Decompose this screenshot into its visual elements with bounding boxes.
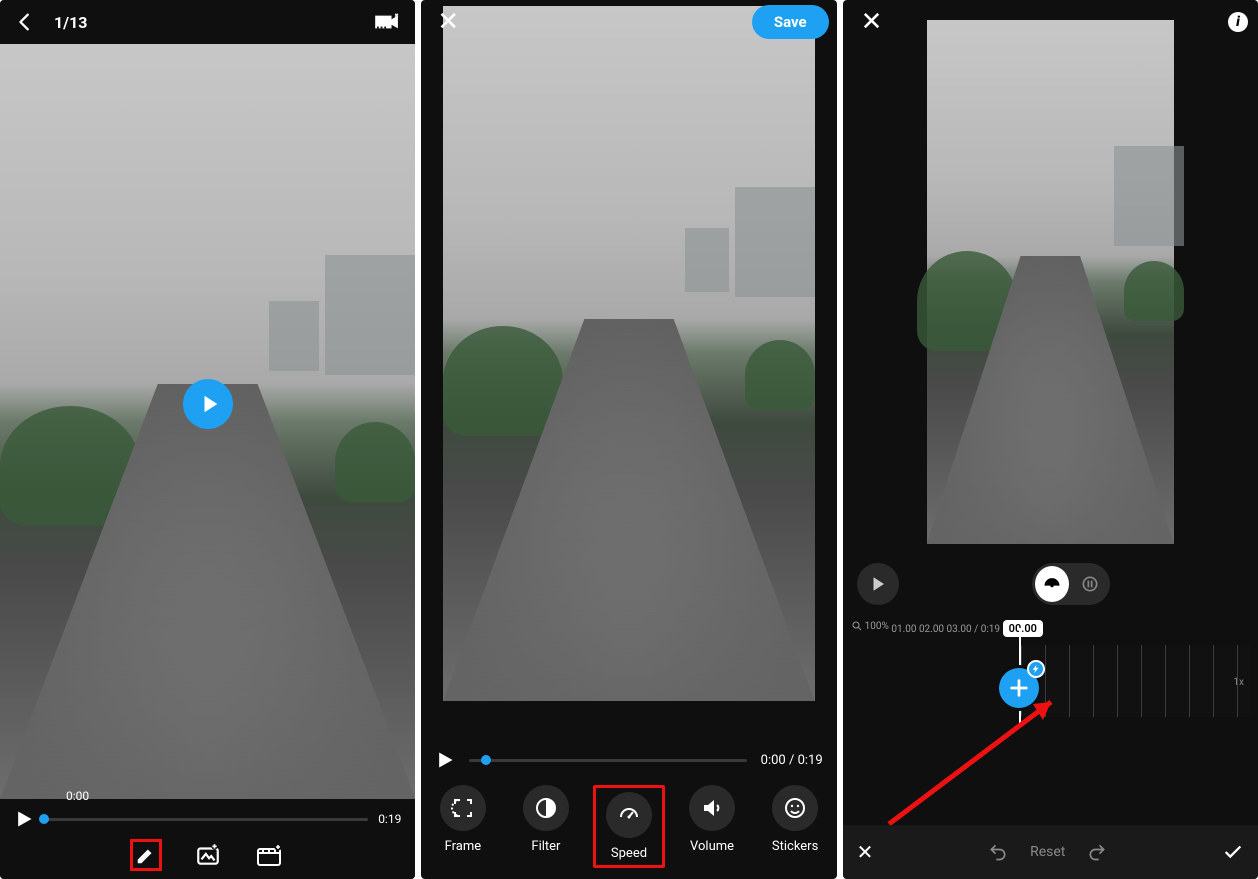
speed-editor-screen: ✕ i 100% 01.00 02.00 03.00 [843, 0, 1258, 879]
edit-top-bar: ✕ Save [421, 0, 836, 44]
undo-icon[interactable] [988, 842, 1008, 862]
speed-timeline: 100% 01.00 02.00 03.00 / 0:19 1x [843, 620, 1258, 717]
total-duration: / 0:19 [974, 624, 1000, 635]
back-arrow-icon[interactable] [14, 11, 36, 33]
tick-label: 02.00 [919, 624, 944, 635]
current-time-label: 0:00 [66, 789, 89, 803]
play-button[interactable] [857, 563, 899, 605]
tick-label: 03.00 [947, 624, 972, 635]
media-counter: 1/13 [54, 13, 87, 32]
play-icon[interactable] [435, 750, 455, 770]
freeze-frame-icon[interactable] [1073, 566, 1107, 602]
zoom-level[interactable]: 100% [851, 620, 889, 632]
edit-pencil-button[interactable] [130, 839, 162, 871]
add-video-button[interactable] [254, 839, 286, 871]
speed-ramp-strip[interactable]: 1x [1021, 645, 1250, 717]
filter-tool[interactable]: Filter [510, 785, 582, 854]
time-display: 0:00 / 0:19 [761, 753, 823, 768]
video-preview[interactable] [443, 6, 814, 701]
video-preview[interactable] [927, 20, 1174, 544]
volume-label: Volume [690, 839, 734, 854]
speed-bolt-badge [1027, 660, 1045, 678]
speed-1x-label: 1x [1233, 677, 1244, 688]
close-icon[interactable]: ✕ [429, 3, 467, 41]
play-button[interactable] [183, 379, 233, 429]
speed-mode-toggle[interactable] [1032, 563, 1110, 605]
confirm-icon[interactable] [1222, 841, 1244, 863]
redo-icon[interactable] [1087, 842, 1107, 862]
scrubber-handle[interactable] [481, 755, 491, 765]
cancel-icon[interactable]: ✕ [857, 840, 874, 864]
speed-gauge-icon[interactable] [1035, 566, 1069, 602]
speed-play-row [843, 560, 1258, 608]
edit-screen: ✕ Save 0:00 / 0:19 Frame Filter Speed Vo… [421, 0, 836, 879]
frame-tool[interactable]: Frame [427, 785, 499, 854]
reset-button[interactable]: Reset [1030, 844, 1065, 860]
duration-label: 0:19 [378, 812, 401, 826]
save-button[interactable]: Save [752, 5, 829, 39]
frame-label: Frame [445, 839, 482, 854]
speed-bottom-bar: ✕ Reset [843, 825, 1258, 879]
tick-label: 01.00 [891, 624, 916, 635]
close-icon[interactable]: ✕ [853, 3, 891, 41]
stickers-label: Stickers [772, 839, 818, 854]
filter-label: Filter [531, 839, 560, 854]
speed-tool[interactable]: Speed [593, 785, 665, 868]
edit-toolbar: Frame Filter Speed Volume Stickers [421, 777, 836, 879]
media-preview-screen: 1/13 0:00 [0, 0, 415, 879]
stickers-tool[interactable]: Stickers [759, 785, 831, 854]
info-icon[interactable]: i [1228, 12, 1248, 32]
scrubber-track[interactable] [469, 759, 746, 762]
speed-label: Speed [611, 846, 647, 861]
preview-top-bar: 1/13 [0, 0, 415, 44]
preview-bottom-bar: 0:00 0:19 [0, 799, 415, 879]
cursor-time-bubble: 00.00 [1003, 620, 1043, 637]
play-icon[interactable] [14, 809, 34, 829]
scrubber-track[interactable] [44, 818, 368, 821]
edit-scrubber-row: 0:00 / 0:19 [421, 743, 836, 777]
scrubber-handle[interactable] [39, 814, 49, 824]
add-image-button[interactable] [192, 839, 224, 871]
volume-tool[interactable]: Volume [676, 785, 748, 854]
hilight-icon[interactable] [373, 12, 401, 32]
